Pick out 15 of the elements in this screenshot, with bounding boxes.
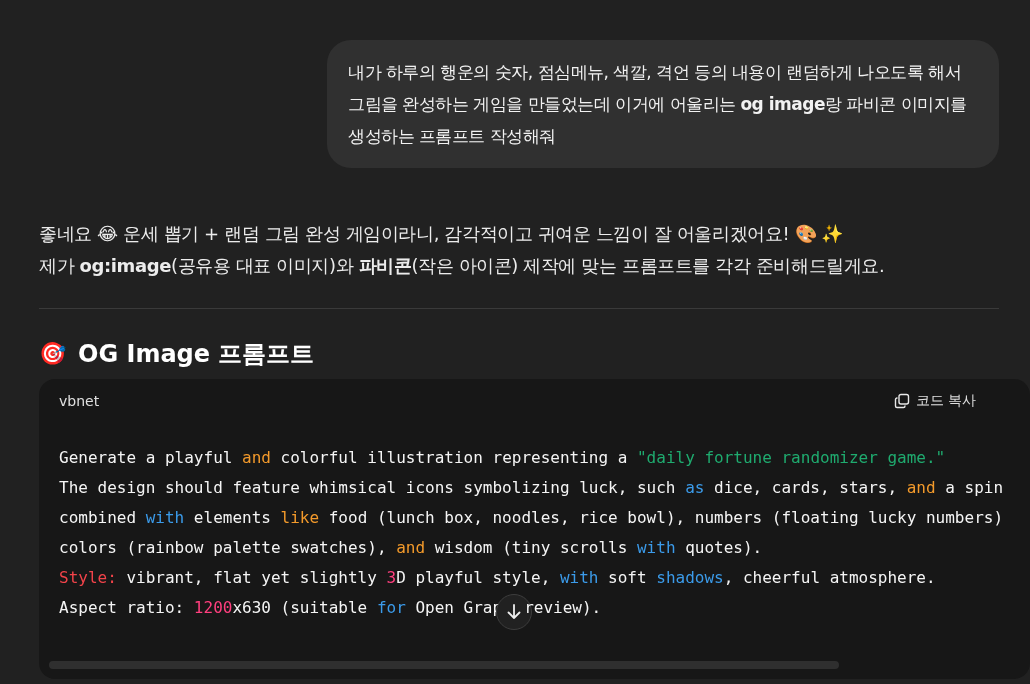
copy-icon [893, 393, 910, 409]
code-line: review). [524, 597, 602, 619]
code-line: The design should feature whimsical icons symbolizing luck, such as dice, cards, stars, and a spin [59, 477, 1004, 499]
code-line: colors (rainbow palette swatches), and wisdom (tiny scrolls with quotes). [59, 537, 763, 559]
code-line: Style: vibrant, flat yet slightly 3D playful style, with soft shadows, cheerful atmosphere. [59, 567, 936, 589]
code-language: vbnet [59, 393, 100, 409]
user-message: 내가 하루의 행운의 숫자, 점심메뉴, 색깔, 격언 등의 내용이 랜덤하게 나오도록 해서 그림을 완성하는 게임을 만들었는데 이거에 어울리는 og image랑 파비콘 이미지를 생성하는 프롬프트 작성해줘 [327, 40, 999, 168]
scrollbar-thumb[interactable] [49, 661, 839, 669]
target-icon: 🎯 [39, 339, 66, 369]
copy-code-button[interactable]: 코드 복사 [893, 390, 976, 412]
code-line: combined with elements like food (lunch box, noodles, rice bowl), numbers (floating lucky numbers) [59, 507, 1004, 529]
section-heading: OG Image 프롬프트 [78, 339, 315, 369]
code-line: Generate a playful and colorful illustration representing a "daily fortune randomizer game." [59, 447, 946, 469]
reply-paragraph: 제가 og:image(공유용 대표 이미지)와 파비콘(작은 아이콘) 제작에 맞는 프롬프트를 각각 준비해드릴게요. [39, 254, 886, 278]
reply-paragraph: 좋네요 😂 운세 뽑기 + 랜덤 그림 완성 게임이라니, 감각적이고 귀여운 느낌이 잘 어울리겠어요! 🎨 ✨ [39, 222, 845, 246]
